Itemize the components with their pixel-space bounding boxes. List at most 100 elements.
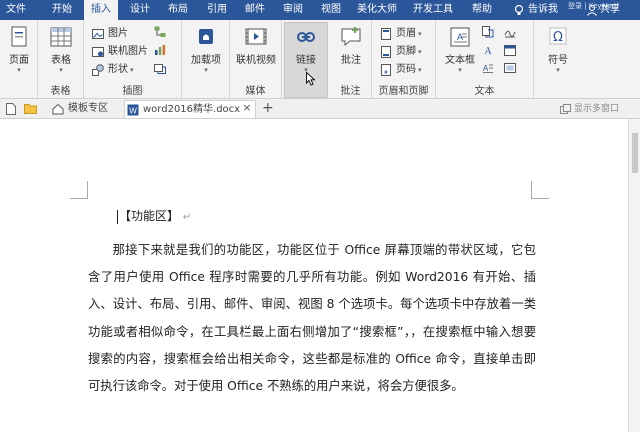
scrollbar-thumb[interactable] [632, 133, 638, 173]
group-header-footer: 页眉 ▾ 页脚 ▾ # 页码 ▾ 页眉和页脚 [372, 20, 436, 99]
chevron-down-icon: ▾ [59, 66, 63, 74]
wordart-icon[interactable]: A [482, 44, 494, 56]
ribbon-tab-bar: 文件 开始 插入 设计 布局 引用 邮件 审阅 视图 美化大师 开发工具 帮助 … [0, 0, 640, 20]
share-button[interactable]: 共享 [600, 0, 620, 20]
page-number-button[interactable]: # 页码 ▾ [380, 62, 422, 78]
show-multi-window[interactable]: 显示多窗口 [560, 99, 619, 119]
section-heading: 【功能区】 [119, 209, 180, 223]
group-comments: 批注 批注 [330, 20, 372, 99]
doc-tab-templates[interactable]: 模板专区 [50, 100, 120, 118]
paragraph-mark: ↵ [182, 212, 192, 223]
body-paragraph[interactable]: 那接下来就是我们的功能区，功能区位于 Office 屏幕顶端的带状区域，它包含了… [88, 237, 536, 400]
comment-icon [341, 27, 361, 47]
group-tables: 表格 ▾ 表格 [38, 20, 84, 99]
tab-mailings[interactable]: 邮件 [237, 0, 273, 20]
svg-text:A: A [484, 46, 492, 56]
heading-line[interactable]: 【功能区】 ↵ [117, 206, 191, 226]
group-comments-label: 批注 [340, 86, 361, 97]
new-document-icon[interactable] [6, 103, 16, 115]
doc-tab-word2016[interactable]: W word2016精华.docx [124, 100, 256, 118]
chevron-down-icon: ▾ [556, 66, 560, 74]
group-symbols: Ω 符号 ▾ [534, 20, 582, 99]
quick-parts-icon[interactable] [482, 26, 494, 38]
drop-cap-icon[interactable]: A [482, 62, 494, 74]
svg-text:W: W [129, 107, 137, 116]
document-area: 【功能区】 ↵ 那接下来就是我们的功能区，功能区位于 Office 屏幕顶端的带… [0, 119, 640, 432]
textbox-icon: A [450, 27, 470, 47]
group-media-label: 媒体 [245, 86, 266, 97]
chevron-down-icon: ▾ [204, 66, 208, 74]
symbol-button[interactable]: Ω 符号 ▾ [541, 26, 575, 74]
online-video-label: 联机视频 [236, 55, 276, 66]
header-button[interactable]: 页眉 ▾ [380, 26, 422, 42]
comment-button[interactable]: 批注 [334, 26, 368, 66]
textbox-button[interactable]: A 文本框 ▾ [440, 26, 480, 74]
tab-review[interactable]: 审阅 [275, 0, 311, 20]
ribbon-insert-panel: 页面 ▾ 表格 ▾ 表格 图片 联机图片 形状 ▾ 插图 加载项 ▾ 联机视频 … [0, 20, 640, 99]
tab-references[interactable]: 引用 [199, 0, 235, 20]
pictures-button[interactable]: 图片 [92, 26, 128, 42]
table-button[interactable]: 表格 ▾ [44, 26, 78, 74]
tab-insert[interactable]: 插入 [84, 0, 118, 20]
tell-me-search[interactable]: 告诉我 [528, 0, 558, 20]
footer-button[interactable]: 页脚 ▾ [380, 44, 422, 60]
tab-home[interactable]: 开始 [44, 0, 80, 20]
online-video-button[interactable]: 联机视频 [233, 26, 279, 66]
header-icon [381, 28, 391, 40]
tab-developer[interactable]: 开发工具 [408, 0, 458, 20]
online-pictures-button[interactable]: 联机图片 [92, 44, 148, 60]
new-tab-icon[interactable]: + [262, 99, 274, 119]
link-button[interactable]: 链接 ▾ [289, 26, 323, 74]
group-header-footer-label: 页眉和页脚 [378, 86, 429, 97]
chevron-down-icon: ▾ [458, 66, 462, 74]
symbol-label: 符号 [548, 55, 568, 66]
group-tables-label: 表格 [50, 86, 71, 97]
tab-file[interactable]: 文件 [0, 0, 32, 20]
text-cursor [117, 209, 118, 224]
link-icon [297, 32, 315, 42]
margin-mark-top-right [531, 181, 549, 199]
pages-label: 页面 [9, 55, 29, 66]
chart-icon[interactable] [154, 44, 166, 56]
group-text: A 文本框 ▾ A A 文本 [436, 20, 534, 99]
chevron-down-icon: ▾ [17, 66, 21, 74]
document-page[interactable]: 【功能区】 ↵ 那接下来就是我们的功能区，功能区位于 Office 屏幕顶端的带… [0, 119, 628, 432]
signature-line-icon[interactable] [504, 26, 516, 38]
folder-icon[interactable] [24, 103, 37, 114]
screenshot-icon[interactable] [154, 62, 166, 74]
tab-help[interactable]: 帮助 [464, 0, 500, 20]
tab-view[interactable]: 视图 [313, 0, 349, 20]
group-addins: 加载项 ▾ [182, 20, 230, 99]
addins-button[interactable]: 加载项 ▾ [189, 26, 223, 74]
page-icon [11, 26, 27, 47]
group-text-label: 文本 [474, 86, 495, 97]
lightbulb-icon [514, 4, 524, 15]
omega-icon: Ω [549, 27, 567, 45]
page-number-icon: # [381, 64, 391, 76]
link-label: 链接 [296, 55, 316, 66]
group-illustrations: 图片 联机图片 形状 ▾ 插图 [84, 20, 182, 99]
shapes-button[interactable]: 形状 ▾ [92, 62, 134, 78]
tab-design[interactable]: 设计 [122, 0, 158, 20]
addins-label: 加载项 [191, 55, 221, 66]
mouse-cursor-icon [306, 72, 316, 86]
vertical-scrollbar[interactable] [628, 119, 640, 432]
addins-icon [199, 29, 213, 44]
textbox-label: 文本框 [445, 55, 475, 66]
document-tab-bar: 模板专区 W word2016精华.docx × + 显示多窗口 [0, 99, 640, 119]
date-time-icon[interactable] [504, 44, 516, 56]
home-icon [52, 103, 64, 115]
object-icon[interactable] [504, 62, 516, 74]
pages-button[interactable]: 页面 ▾ [2, 26, 36, 74]
comment-label: 批注 [341, 55, 361, 66]
tab-beautify[interactable]: 美化大师 [352, 0, 402, 20]
multi-window-icon [560, 104, 571, 114]
table-label: 表格 [51, 55, 71, 66]
group-illustrations-label: 插图 [122, 86, 143, 97]
smartart-icon[interactable] [154, 26, 166, 38]
footer-icon [381, 46, 391, 58]
video-icon [245, 28, 267, 45]
tab-layout[interactable]: 布局 [160, 0, 196, 20]
svg-text:A: A [483, 64, 489, 73]
close-tab-icon[interactable]: × [241, 102, 253, 114]
